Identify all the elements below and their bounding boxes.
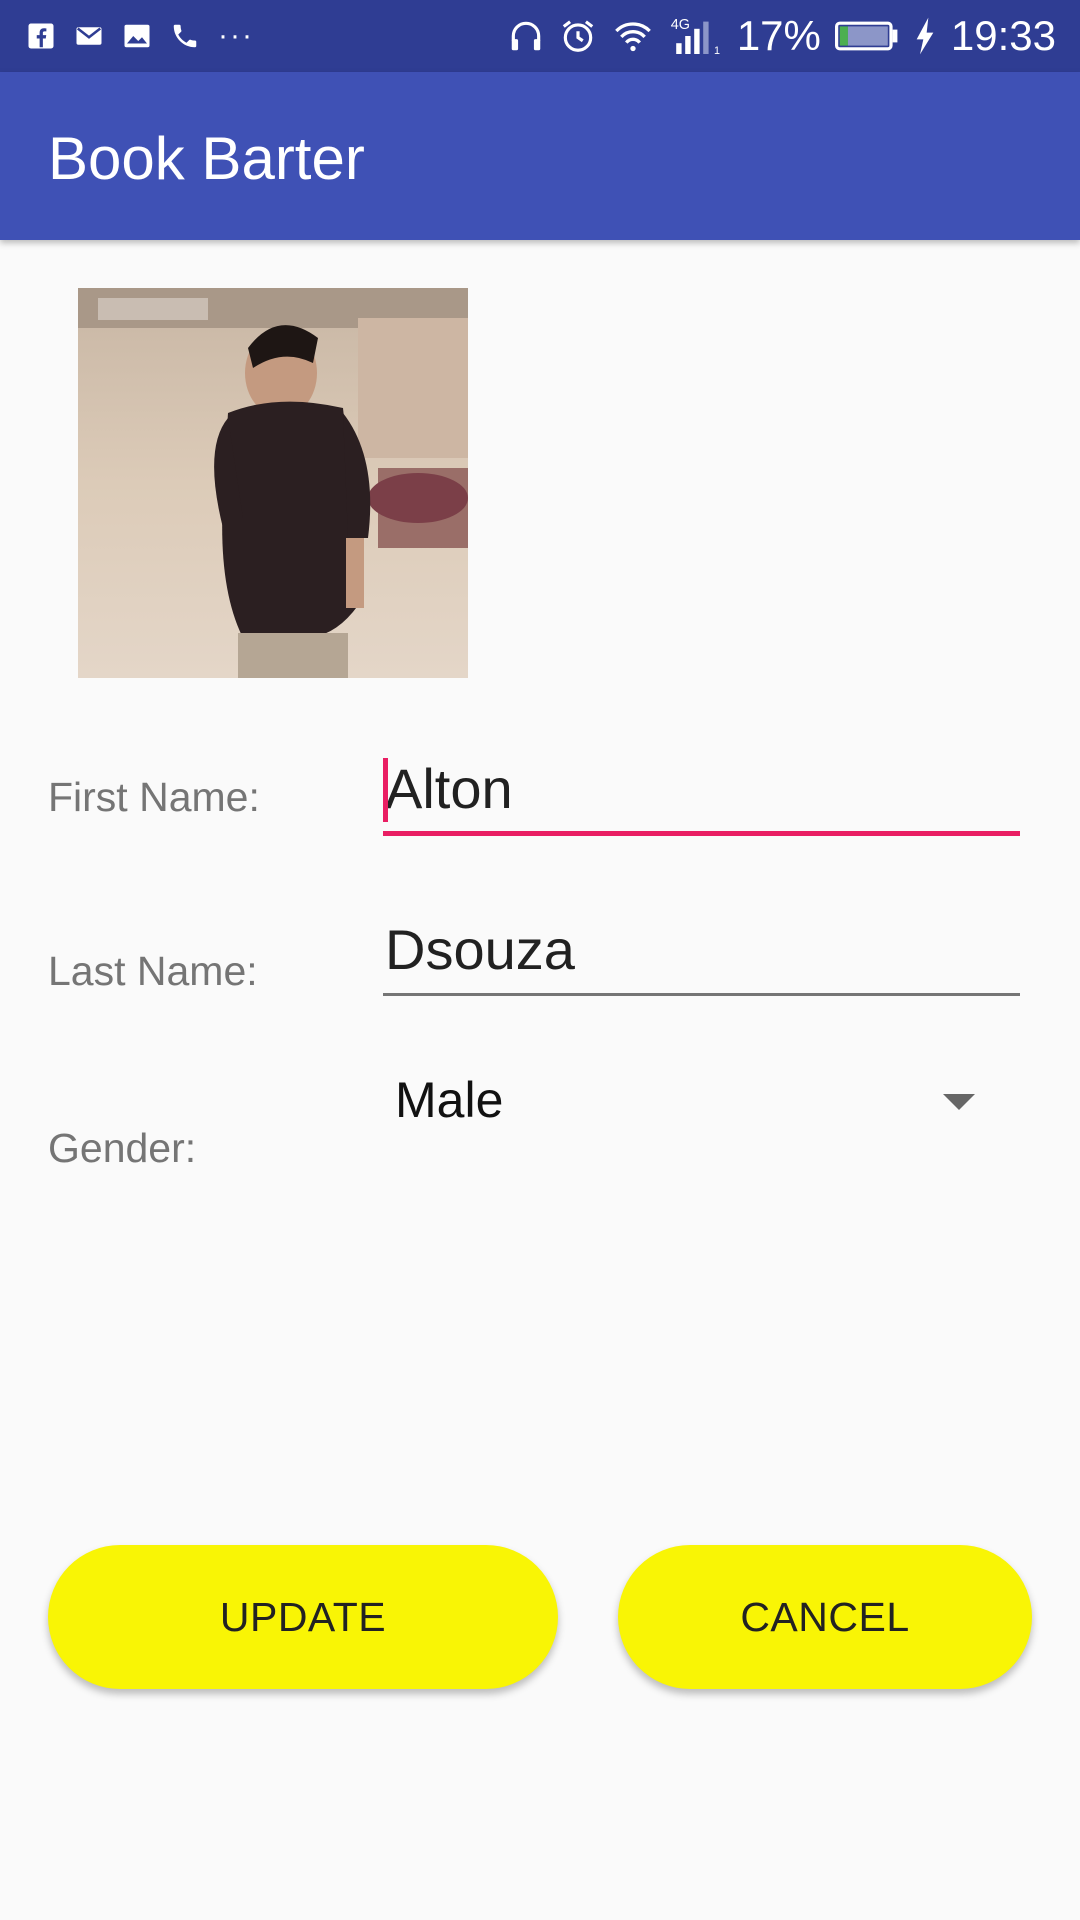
facebook-icon: [26, 21, 56, 51]
first-name-label: First Name:: [48, 774, 260, 820]
more-notifications-indicator: ···: [218, 19, 254, 52]
profile-photo[interactable]: [78, 288, 468, 678]
signal-4g-icon: 4G 1: [669, 14, 723, 58]
image-icon: [122, 21, 152, 51]
last-name-input[interactable]: [383, 906, 1020, 993]
phone-icon: [170, 21, 200, 51]
notification-icons: ···: [26, 0, 254, 72]
battery-percent: 17%: [736, 12, 821, 59]
app-title: Book Barter: [48, 125, 365, 192]
svg-text:1: 1: [714, 45, 720, 57]
charging-icon: [913, 16, 937, 56]
first-name-input[interactable]: [383, 746, 1020, 831]
gmail-icon: [74, 21, 104, 51]
wifi-icon: [611, 16, 655, 56]
network-type-label: 4G: [671, 17, 690, 33]
clock: 19:33: [950, 12, 1056, 59]
gender-dropdown[interactable]: Male: [383, 1060, 1003, 1140]
app-bar: Book Barter: [0, 72, 1080, 240]
last-name-field[interactable]: [383, 906, 1020, 996]
gender-selected-value: Male: [395, 1072, 504, 1128]
text-cursor: [383, 758, 388, 822]
headphones-icon: [507, 17, 545, 55]
last-name-label: Last Name:: [48, 948, 258, 994]
battery-icon: [834, 20, 899, 52]
status-bar: ··· 4G 1 17% 19:33: [0, 0, 1080, 72]
first-name-field[interactable]: [383, 746, 1020, 836]
system-icons: 4G 1 17% 19:33: [507, 0, 1056, 72]
update-button[interactable]: UPDATE: [48, 1545, 558, 1689]
cancel-button[interactable]: CANCEL: [618, 1545, 1032, 1689]
alarm-icon: [559, 17, 597, 55]
dropdown-arrow-icon: [943, 1094, 975, 1110]
gender-label: Gender:: [48, 1125, 197, 1171]
